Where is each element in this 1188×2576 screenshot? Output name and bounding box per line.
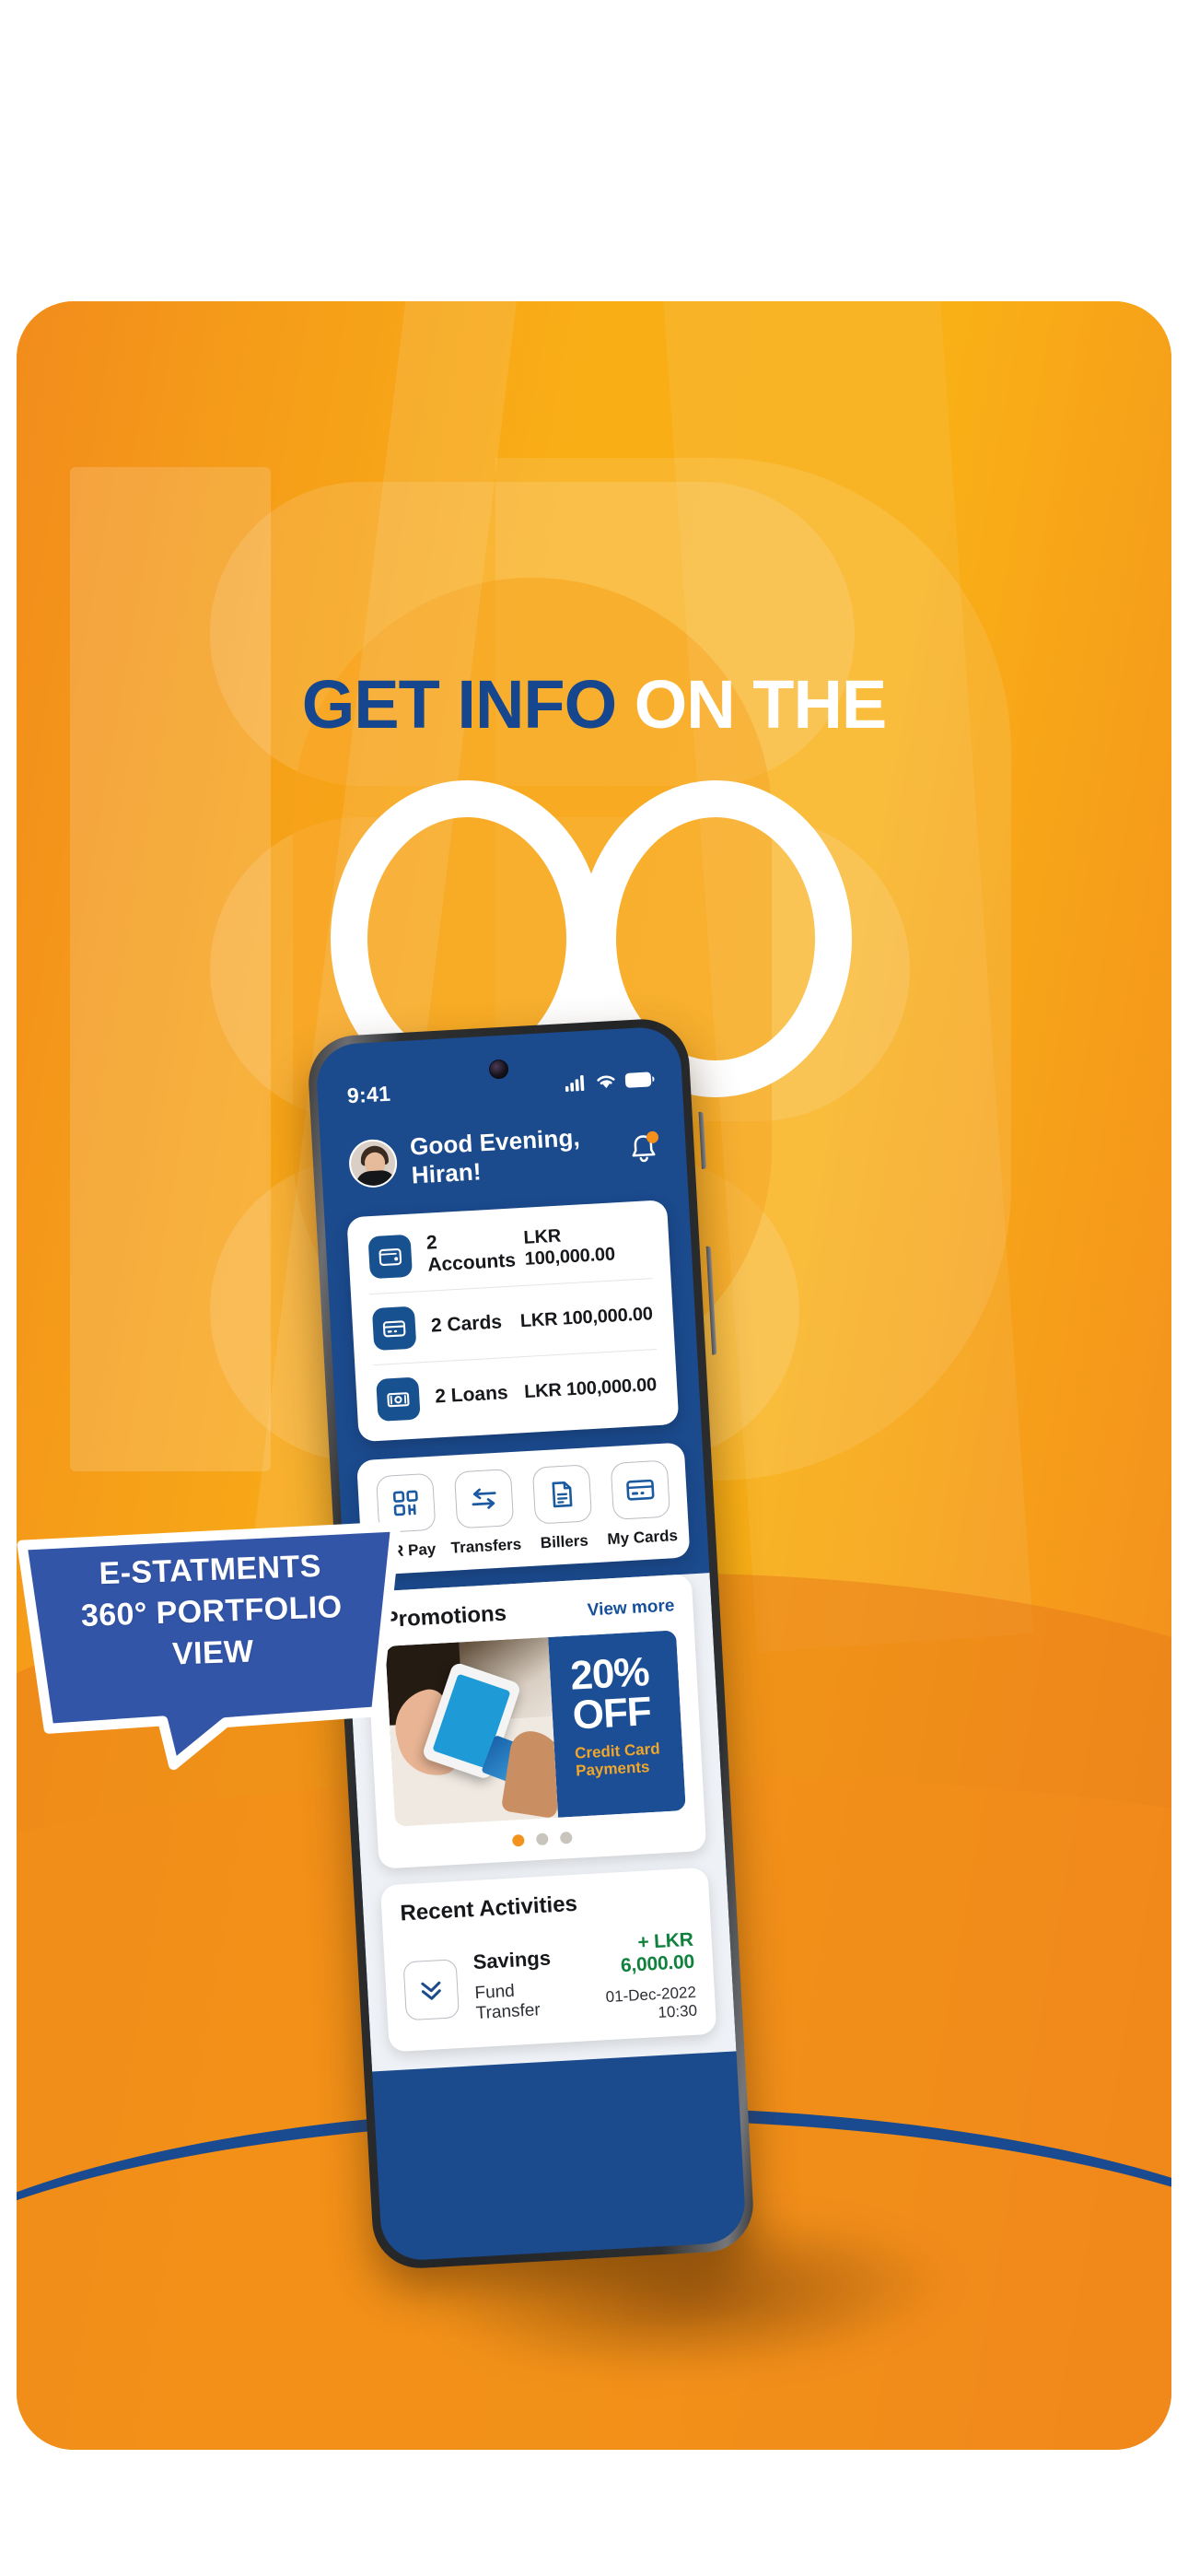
activity-account-name: Savings [472, 1945, 552, 1973]
promo-screenshot: GET INFO ON THE 9:41 Good Evening, Hiran… [0, 0, 1188, 2576]
notification-button[interactable] [628, 1130, 661, 1165]
promotion-banner[interactable]: 20% OFF Credit Card Payments [385, 1630, 686, 1827]
quick-action-my-cards[interactable]: My Cards [600, 1459, 681, 1550]
credit-card-icon [610, 1459, 670, 1520]
carousel-dot-3[interactable] [559, 1831, 573, 1844]
double-chevron-down-icon [402, 1958, 460, 2020]
money-icon [376, 1376, 421, 1422]
carousel-dots [396, 1825, 687, 1854]
quick-action-label: Billers [540, 1531, 589, 1552]
portfolio-row-loans[interactable]: 2 Loans LKR 100,000.00 [373, 1348, 661, 1436]
portfolio-amount: LKR 100,000.00 [523, 1374, 658, 1402]
phone-power-button[interactable] [705, 1246, 717, 1355]
activity-amount: + LKR 6,000.00 [620, 1928, 695, 1977]
promotions-view-more-link[interactable]: View more [587, 1596, 675, 1621]
callout-text: E-STATMENTS 360° PORTFOLIO VIEW [10, 1542, 413, 1680]
portfolio-label: 2 Loans [434, 1382, 509, 1408]
promotion-discount-off: OFF [571, 1689, 653, 1739]
quick-action-label: Transfers [450, 1535, 522, 1557]
battery-icon [624, 1071, 655, 1088]
greeting-text: Good Evening, Hiran! [409, 1123, 581, 1189]
quick-action-billers[interactable]: Billers [521, 1464, 603, 1554]
feature-callout: E-STATMENTS 360° PORTFOLIO VIEW [8, 1516, 416, 1776]
phone-volume-button[interactable] [698, 1111, 706, 1169]
status-icons [565, 1071, 655, 1093]
carousel-dot-1[interactable] [511, 1833, 525, 1847]
transfer-arrows-icon [453, 1469, 514, 1529]
activity-time: 10:30 [657, 2001, 698, 2022]
activity-row[interactable]: Savings Fund Transfer + LKR 6,000.00 01-… [402, 1929, 698, 2036]
avatar[interactable] [347, 1138, 399, 1189]
portfolio-card: 2 Accounts LKR 100,000.00 2 Cards LKR 10… [346, 1200, 680, 1443]
card-icon [371, 1306, 417, 1352]
promotion-discount: 20% [569, 1649, 650, 1699]
portfolio-amount: LKR 100,000.00 [522, 1225, 616, 1270]
recent-activities-card: Recent Activities Savings Fund Transfer … [379, 1867, 717, 2053]
carousel-dot-2[interactable] [535, 1832, 549, 1846]
activity-datetime: 01-Dec-2022 10:30 [572, 1984, 697, 2027]
activity-type: Fund Transfer [473, 1981, 542, 2023]
avatar-body [355, 1169, 397, 1189]
wallet-icon [367, 1234, 413, 1280]
status-clock: 9:41 [346, 1081, 391, 1107]
quick-action-transfers[interactable]: Transfers [443, 1468, 525, 1558]
portfolio-amount: LKR 100,000.00 [519, 1303, 654, 1331]
document-icon [531, 1464, 592, 1525]
promotions-header: Promotions View more [383, 1591, 675, 1633]
portfolio-label: 2 Cards [430, 1311, 503, 1337]
portfolio-label: 2 Accounts [425, 1232, 517, 1276]
activity-meta: + LKR 6,000.00 01-Dec-2022 10:30 [569, 1929, 698, 2027]
wifi-icon [597, 1075, 615, 1089]
promotion-text-panel: 20% OFF Credit Card Payments [548, 1630, 686, 1818]
front-camera-icon [488, 1059, 509, 1080]
quick-action-label: My Cards [606, 1527, 679, 1549]
recent-activities-title: Recent Activities [399, 1891, 578, 1926]
cellular-signal-icon [565, 1075, 585, 1093]
activity-details: Savings Fund Transfer [472, 1945, 574, 2024]
